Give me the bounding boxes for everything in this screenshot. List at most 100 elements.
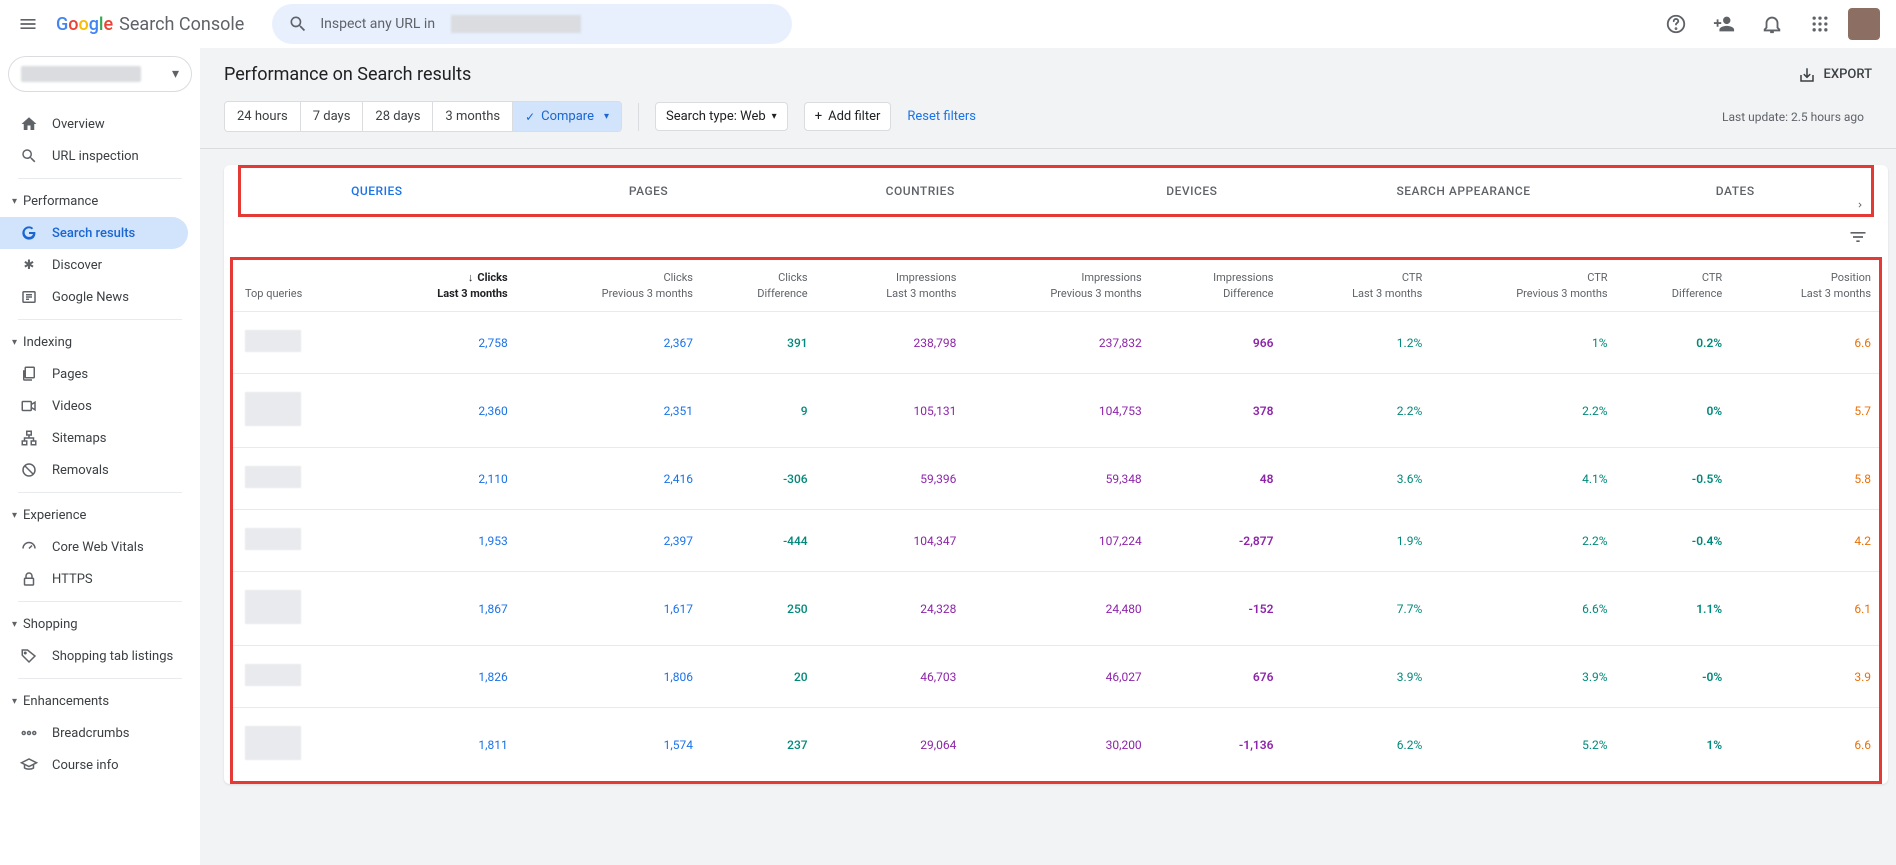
date-range-28d[interactable]: 28 days [363,102,433,131]
cell-ctr-prev: 1% [1430,312,1615,374]
tab-countries[interactable]: COUNTRIES [784,184,1056,198]
sidebar-label: Core Web Vitals [52,540,144,555]
table-row[interactable]: 2,1102,416-30659,39659,348483.6%4.1%-0.5… [233,448,1879,510]
col-ctr-diff[interactable]: CTRDifference [1616,260,1731,312]
notifications-button[interactable] [1752,4,1792,44]
help-icon [1665,13,1687,35]
sidebar-item-https[interactable]: HTTPS [0,563,188,595]
add-filter-button[interactable]: + Add filter [804,102,892,131]
sidebar-item-videos[interactable]: Videos [0,390,188,422]
date-range-3m[interactable]: 3 months [433,102,513,131]
sidebar-section-enhancements[interactable]: ▾ Enhancements [0,685,200,717]
cell-clicks-prev: 2,416 [516,448,701,510]
data-card: QUERIES PAGES COUNTRIES DEVICES SEARCH A… [224,165,1888,784]
col-ctr-last[interactable]: CTRLast 3 months [1281,260,1430,312]
apps-button[interactable] [1800,4,1840,44]
sidebar-label: HTTPS [52,572,93,587]
col-clicks-last[interactable]: ↓ClicksLast 3 months [366,260,515,312]
table-row[interactable]: 1,8111,57423729,06430,200-1,1366.2%5.2%1… [233,708,1879,782]
tabs-scroll-right[interactable] [1844,189,1876,221]
col-clicks-prev[interactable]: ClicksPrevious 3 months [516,260,701,312]
sidebar-section-performance[interactable]: ▾ Performance [0,185,200,217]
table-row[interactable]: 2,7582,367391238,798237,8329661.2%1%0.2%… [233,312,1879,374]
property-selector[interactable]: ▾ [8,56,192,92]
hamburger-icon [18,14,38,34]
sidebar-item-sitemaps[interactable]: Sitemaps [0,422,188,454]
cell-imp-diff: 676 [1150,646,1282,708]
cell-imp-diff: -2,877 [1150,510,1282,572]
top-bar: Google Search Console Inspect any URL in [0,0,1896,48]
cell-imp-last: 59,396 [816,448,965,510]
cell-imp-prev: 59,348 [964,448,1149,510]
table-row[interactable]: 2,3602,3519105,131104,7533782.2%2.2%0%5.… [233,374,1879,448]
sitemap-icon [20,429,38,447]
sidebar-item-pages[interactable]: Pages [0,358,188,390]
cell-imp-prev: 46,027 [964,646,1149,708]
cell-imp-prev: 104,753 [964,374,1149,448]
col-pos-last[interactable]: PositionLast 3 months [1730,260,1879,312]
sidebar-section-shopping[interactable]: ▾ Shopping [0,608,200,640]
cell-clicks-diff: 20 [701,646,816,708]
tab-pages[interactable]: PAGES [513,184,785,198]
chevron-right-icon [1855,200,1865,210]
sidebar-section-experience[interactable]: ▾ Experience [0,499,200,531]
col-ctr-prev[interactable]: CTRPrevious 3 months [1430,260,1615,312]
cell-ctr-prev: 5.2% [1430,708,1615,782]
sidebar-item-google-news[interactable]: Google News [0,281,188,313]
cell-ctr-prev: 2.2% [1430,510,1615,572]
cell-pos-last: 5.7 [1730,374,1879,448]
search-icon [288,14,308,34]
sidebar-item-overview[interactable]: Overview [0,108,188,140]
sidebar-label: Discover [52,258,102,273]
query-redacted [245,528,301,550]
sidebar-label: Enhancements [23,694,109,709]
cell-imp-diff: 48 [1150,448,1282,510]
sidebar-item-removals[interactable]: Removals [0,454,188,486]
property-name-redacted [21,66,141,82]
col-imp-diff[interactable]: ImpressionsDifference [1150,260,1282,312]
sidebar-label: Google News [52,290,129,305]
sidebar-item-core-web-vitals[interactable]: Core Web Vitals [0,531,188,563]
table-filter-button[interactable] [1848,227,1868,251]
col-imp-prev[interactable]: ImpressionsPrevious 3 months [964,260,1149,312]
sidebar-section-indexing[interactable]: ▾ Indexing [0,326,200,358]
col-query[interactable]: Top queries [233,260,366,312]
url-inspect-search[interactable]: Inspect any URL in [272,4,792,44]
export-button[interactable]: EXPORT [1798,66,1872,84]
tab-search-appearance[interactable]: SEARCH APPEARANCE [1328,184,1600,198]
tab-devices[interactable]: DEVICES [1056,184,1328,198]
sidebar-item-search-results[interactable]: Search results [0,217,188,249]
help-button[interactable] [1656,4,1696,44]
date-range-compare[interactable]: Compare [513,102,621,131]
sidebar-item-shopping-tab[interactable]: Shopping tab listings [0,640,188,672]
cell-ctr-diff: 0% [1616,374,1731,448]
table-row[interactable]: 1,9532,397-444104,347107,224-2,8771.9%2.… [233,510,1879,572]
cell-query [233,510,366,572]
breadcrumb-icon [20,724,38,742]
sidebar-item-url-inspection[interactable]: URL inspection [0,140,188,172]
tab-queries[interactable]: QUERIES [241,184,513,198]
date-range-7d[interactable]: 7 days [301,102,364,131]
menu-button[interactable] [8,4,48,44]
col-imp-last[interactable]: ImpressionsLast 3 months [816,260,965,312]
cell-clicks-diff: 9 [701,374,816,448]
tag-icon [20,647,38,665]
account-avatar[interactable] [1848,8,1880,40]
sidebar-item-breadcrumbs[interactable]: Breadcrumbs [0,717,188,749]
date-range-24h[interactable]: 24 hours [225,102,301,131]
table-row[interactable]: 1,8261,8062046,70346,0276763.9%3.9%-0%3.… [233,646,1879,708]
table-row[interactable]: 1,8671,61725024,32824,480-1527.7%6.6%1.1… [233,572,1879,646]
users-button[interactable] [1704,4,1744,44]
sidebar-item-discover[interactable]: ✱ Discover [0,249,188,281]
reset-filters-link[interactable]: Reset filters [907,109,976,124]
col-clicks-diff[interactable]: ClicksDifference [701,260,816,312]
cell-query [233,646,366,708]
sidebar-item-course-info[interactable]: Course info [0,749,188,781]
home-icon [20,115,38,133]
logo[interactable]: Google Search Console [56,14,244,35]
google-logo: Google [56,14,113,35]
tab-dates[interactable]: DATES [1599,184,1871,198]
divider [638,103,639,131]
search-type-filter[interactable]: Search type: Web ▾ [655,102,788,131]
cell-ctr-prev: 6.6% [1430,572,1615,646]
